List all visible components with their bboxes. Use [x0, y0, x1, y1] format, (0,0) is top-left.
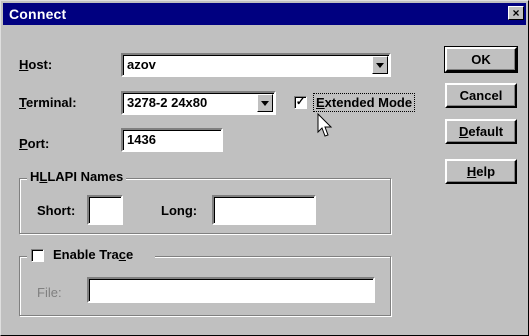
connect-dialog: Connect × Host: azov Terminal: 3278-2 24… [0, 0, 529, 336]
enable-trace-label[interactable]: Enable Trace [53, 247, 133, 262]
host-value: azov [127, 57, 156, 72]
terminal-combobox[interactable]: 3278-2 24x80 [121, 91, 276, 115]
cancel-button[interactable]: Cancel [445, 83, 517, 108]
file-label: File: [37, 285, 62, 300]
chevron-down-icon[interactable] [257, 94, 273, 112]
extended-mode-checkbox[interactable]: ✓ [294, 96, 307, 109]
port-label: Port: [19, 136, 50, 151]
terminal-label: Terminal: [19, 95, 77, 110]
terminal-value: 3278-2 24x80 [127, 95, 208, 110]
port-value: 1436 [127, 132, 156, 147]
chevron-down-icon[interactable] [372, 56, 388, 74]
window-title: Connect [9, 6, 67, 22]
long-label: Long: [161, 203, 198, 218]
title-bar: Connect × [3, 3, 526, 25]
enable-trace-checkbox[interactable] [31, 249, 44, 262]
help-button[interactable]: Help [445, 159, 517, 184]
mouse-pointer-icon [317, 113, 333, 137]
hllapi-group-title: HLLAPI Names [27, 169, 127, 184]
default-button[interactable]: Default [445, 119, 517, 144]
extended-mode-label[interactable]: Extended Mode [313, 93, 416, 112]
trace-file-field[interactable] [87, 277, 375, 303]
host-combobox[interactable]: azov [121, 53, 391, 77]
close-icon[interactable]: × [508, 6, 524, 20]
short-label: Short: [37, 203, 76, 218]
long-field[interactable] [212, 195, 316, 225]
port-field[interactable]: 1436 [121, 128, 223, 152]
short-field[interactable] [87, 195, 123, 225]
ok-button[interactable]: OK [444, 46, 518, 73]
host-label: Host: [19, 57, 53, 72]
